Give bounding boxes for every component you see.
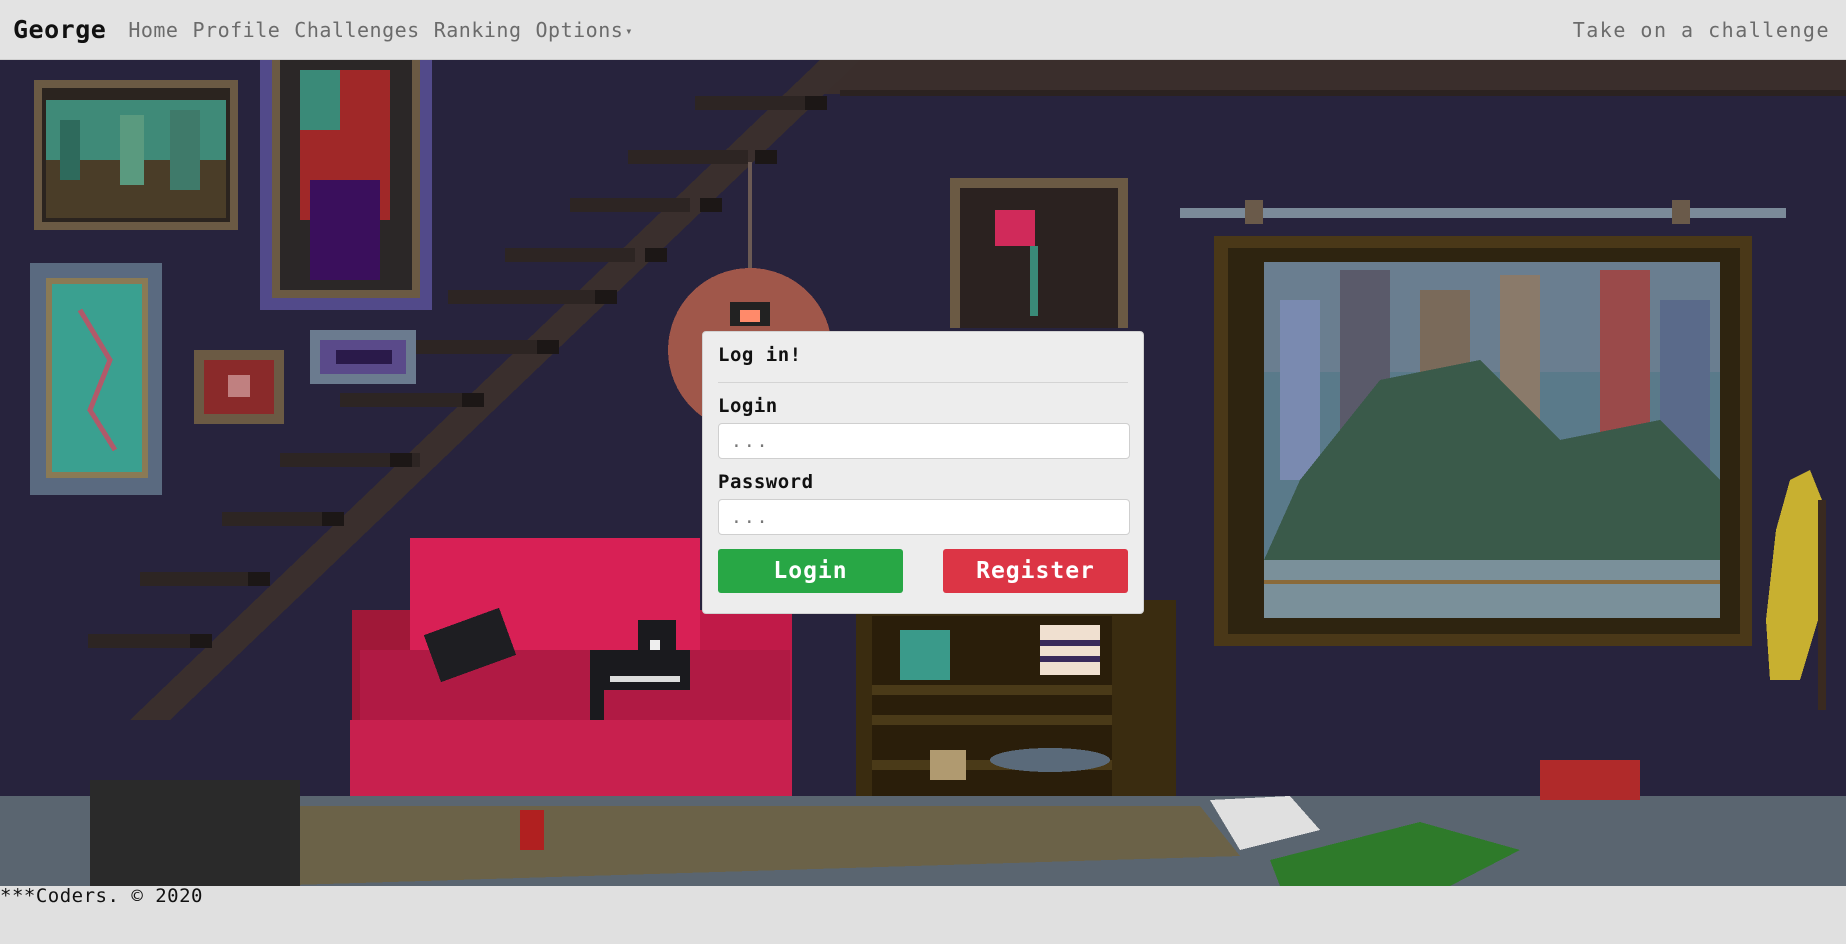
background-scene: Log in! Login Password Login Register: [0, 60, 1846, 886]
login-button[interactable]: Login: [718, 549, 903, 593]
login-input[interactable]: [718, 423, 1130, 459]
caret-down-icon: ▾: [625, 24, 634, 38]
ceiling-beam: [820, 60, 1846, 94]
footer-copyright: ***Coders. © 2020: [0, 885, 203, 907]
painting-red-abstract: [260, 60, 432, 310]
navbar: George Home Profile Challenges Ranking O…: [0, 0, 1846, 60]
painting-small-purple: [310, 330, 416, 384]
nav-dropdown-options-label: Options: [535, 17, 624, 42]
painting-small-red: [194, 350, 284, 424]
register-button[interactable]: Register: [943, 549, 1128, 593]
window-rainy-city: [1214, 236, 1752, 646]
login-button-row: Login Register: [718, 549, 1128, 593]
nav-link-home[interactable]: Home: [128, 18, 178, 42]
login-field-label: Login: [718, 395, 778, 417]
login-card: Log in! Login Password Login Register: [702, 331, 1144, 614]
footer: ***Coders. © 2020: [0, 885, 1846, 944]
take-challenge-link[interactable]: Take on a challenge: [1573, 0, 1830, 60]
floor-lamp-yellow: [1766, 470, 1826, 710]
nav-link-challenges[interactable]: Challenges: [294, 18, 419, 42]
nav-link-ranking[interactable]: Ranking: [434, 18, 522, 42]
login-card-title: Log in!: [718, 332, 1128, 383]
brand-logo[interactable]: George: [13, 15, 106, 44]
nav-links: Home Profile Challenges Ranking Options ▾: [128, 18, 647, 42]
painting-teal-vertical: [30, 263, 162, 495]
password-input[interactable]: [718, 499, 1130, 535]
painting-forest: [34, 80, 238, 230]
nav-link-profile[interactable]: Profile: [192, 18, 280, 42]
password-field-label: Password: [718, 471, 814, 493]
nav-dropdown-options[interactable]: Options ▾: [536, 18, 634, 42]
curtain-rod: [1180, 208, 1786, 218]
painting-rose: [950, 178, 1128, 328]
